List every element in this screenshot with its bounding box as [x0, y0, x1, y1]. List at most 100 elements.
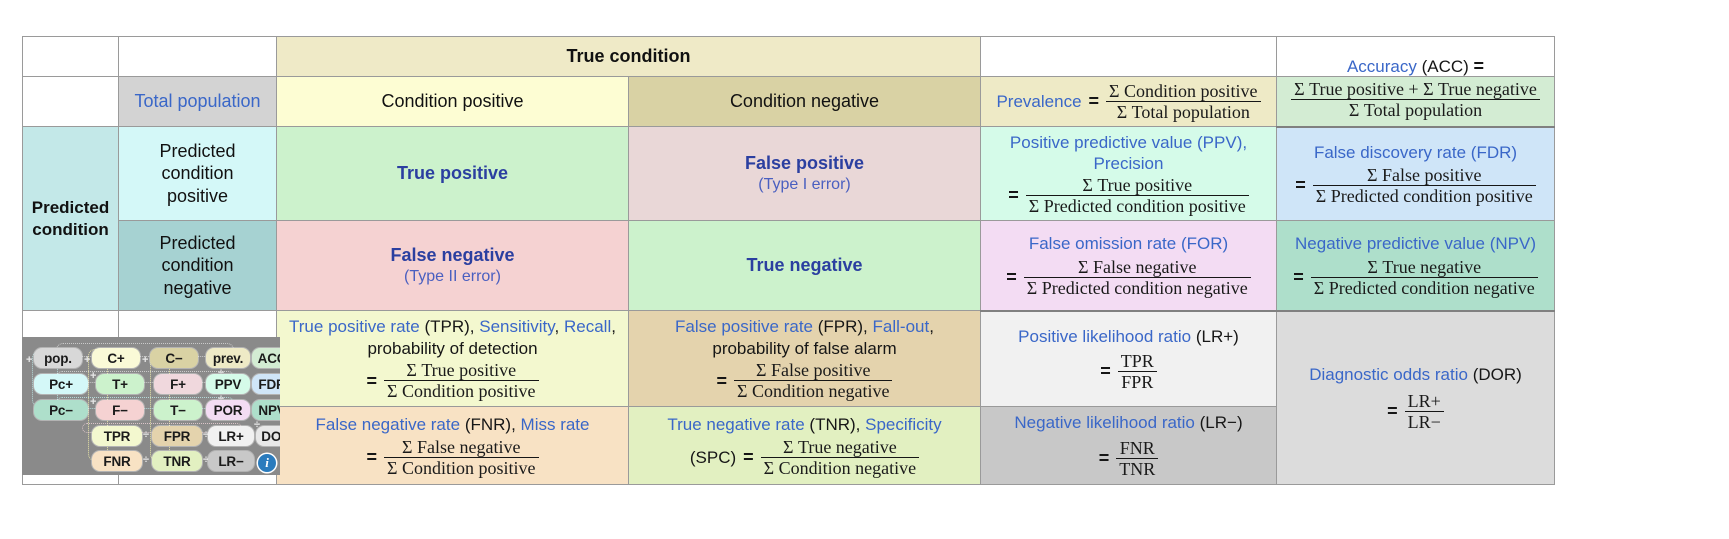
- legend-chip-c-negative[interactable]: C−: [150, 348, 198, 368]
- cell-negative-likelihood-ratio: Negative likelihood ratio (LR−) = FNR TN…: [980, 406, 1277, 486]
- legend-chip-lr-minus[interactable]: LR−: [208, 451, 254, 471]
- tnr-fraction: Σ True negative Σ Condition negative: [760, 437, 920, 478]
- legend-operator-plus: +: [84, 354, 91, 366]
- cell-positive-predictive-value: Positive predictive value (PPV), Precisi…: [980, 126, 1277, 222]
- npv-denominator: Σ Predicted condition negative: [1313, 277, 1535, 298]
- header-predicted-condition-negative: Predicted condition negative: [118, 220, 277, 312]
- cell-false-omission-rate: False omission rate (FOR) = Σ False nega…: [980, 220, 1277, 312]
- legend-chip-fpr[interactable]: FPR: [152, 426, 202, 446]
- legend-chip-pop[interactable]: pop.: [34, 348, 82, 368]
- tpr-alt1-label: Sensitivity: [479, 317, 555, 337]
- cell-true-positive: True positive: [276, 126, 629, 222]
- true-positive-label: True positive: [396, 163, 509, 184]
- spacer-cell: [22, 75, 119, 128]
- legend-chip-pc-positive[interactable]: Pc+: [34, 374, 88, 394]
- for-equals: =: [1006, 266, 1017, 287]
- cell-prevalence: Prevalence = Σ Condition positive Σ Tota…: [980, 75, 1277, 128]
- lr-minus-abbr: (LR−): [1199, 413, 1243, 433]
- fnr-denominator: Σ Condition positive: [387, 457, 536, 478]
- fdr-numerator: Σ False positive: [1312, 165, 1536, 187]
- header-condition-negative: Condition negative: [628, 75, 981, 128]
- spacer-cell: [118, 36, 277, 77]
- ppv-numerator: Σ True positive: [1025, 175, 1249, 196]
- fpr-fraction: Σ False positive Σ Condition negative: [734, 360, 893, 402]
- info-icon[interactable]: i: [258, 454, 276, 472]
- header-predicted-condition: Predicted condition: [22, 126, 119, 312]
- table-row-predicted-positive: Predicted condition Predicted condition …: [22, 126, 1555, 312]
- tnr-numerator: Σ True negative: [760, 437, 920, 458]
- cell-false-discovery-rate: False discovery rate (FDR) = Σ False pos…: [1276, 126, 1555, 222]
- legend-chip-tnr[interactable]: TNR: [152, 451, 202, 471]
- legend-chip-acc[interactable]: ACC: [252, 348, 280, 368]
- fpr-equals: =: [716, 370, 728, 391]
- legend-operator-divide: ÷: [143, 429, 150, 441]
- tpr-alt2-label: Recall: [563, 317, 612, 337]
- npv-numerator: Σ True negative: [1310, 257, 1538, 278]
- legend-chip-f-positive[interactable]: F+: [154, 374, 202, 394]
- legend-chip-por[interactable]: POR: [206, 400, 250, 420]
- legend-chip-t-negative[interactable]: T−: [154, 400, 202, 420]
- fnr-equals: =: [366, 447, 378, 468]
- lr-plus-fraction: TPR FPR: [1117, 351, 1157, 392]
- fdr-abbr: (FDR): [1470, 142, 1518, 162]
- ppv-abbr: (PPV),: [1197, 132, 1248, 152]
- tpr-label: True positive rate: [289, 317, 420, 337]
- true-negative-label: True negative: [746, 255, 863, 276]
- legend-chip-fnr[interactable]: FNR: [92, 451, 142, 471]
- accuracy-fraction: Σ True positive + Σ True negative Σ Tota…: [1291, 79, 1540, 120]
- legend-chip-lr-plus[interactable]: LR+: [208, 426, 254, 446]
- legend-chip-npv[interactable]: NPV: [252, 400, 280, 420]
- cell-positive-likelihood-ratio: Positive likelihood ratio (LR+) = TPR FP…: [980, 309, 1277, 408]
- legend-mini-diagram[interactable]: + pop. + C+ + C− prev. ACC Pc+ + T+ F+ ÷…: [22, 337, 280, 475]
- lr-plus-abbr: (LR+): [1195, 326, 1239, 346]
- false-positive-label: False positive: [744, 153, 865, 174]
- fnr-label: False negative rate: [315, 414, 461, 434]
- spacer-cell: [22, 36, 119, 77]
- cell-false-negative: False negative (Type II error): [276, 220, 629, 312]
- ppv-label: Positive predictive value: [1009, 132, 1193, 152]
- table-row-column-headers: Total population Condition positive Cond…: [22, 56, 1555, 128]
- legend-chip-tpr[interactable]: TPR: [92, 426, 142, 446]
- cell-false-positive: False positive (Type I error): [628, 126, 981, 222]
- prevalence-fraction: Σ Condition positive Σ Total population: [1106, 81, 1261, 122]
- dor-fraction: LR+ LR−: [1404, 391, 1444, 432]
- legend-chip-pc-negative[interactable]: Pc−: [34, 400, 88, 420]
- fdr-fraction: Σ False positive Σ Predicted condition p…: [1312, 165, 1536, 207]
- lr-minus-label: Negative likelihood ratio: [1014, 413, 1195, 433]
- confusion-matrix-diagram: True condition Total population Conditio…: [0, 0, 1729, 539]
- header-predicted-condition-positive: Predicted condition positive: [118, 126, 277, 222]
- legend-chip-dor[interactable]: DOR: [256, 426, 280, 446]
- legend-chip-ppv[interactable]: PPV: [206, 374, 250, 394]
- legend-chip-f-negative[interactable]: F−: [96, 400, 144, 420]
- legend-operator-plus: +: [142, 354, 149, 366]
- table-row-predicted-negative: Predicted condition negative False negat…: [23, 220, 1555, 312]
- fnr-alt1-label: Miss rate: [520, 414, 590, 434]
- dor-numerator: LR+: [1404, 391, 1444, 413]
- spacer-cell: [980, 36, 1277, 77]
- for-abbr: (FOR): [1180, 234, 1229, 254]
- false-negative-sublabel: (Type II error): [404, 268, 501, 286]
- legend-chip-fdr[interactable]: FDR: [252, 374, 280, 394]
- accuracy-denominator: Σ Total population: [1348, 99, 1483, 120]
- fpr-label: False positive rate: [675, 317, 813, 337]
- tpr-abbr: (TPR),: [424, 317, 475, 337]
- lr-minus-numerator: FNR: [1116, 438, 1159, 460]
- accuracy-label: Accuracy: [1346, 56, 1417, 76]
- fdr-denominator: Σ Predicted condition positive: [1315, 186, 1533, 207]
- cell-diagnostic-odds-ratio: Diagnostic odds ratio (DOR) = LR+ LR−: [1276, 309, 1555, 486]
- cell-true-negative: True negative: [628, 220, 981, 312]
- legend-chip-t-positive[interactable]: T+: [96, 374, 144, 394]
- legend-grid: + pop. + C+ + C− prev. ACC Pc+ + T+ F+ ÷…: [22, 337, 280, 475]
- legend-chip-c-positive[interactable]: C+: [92, 348, 140, 368]
- header-total-population: Total population: [118, 75, 277, 128]
- dor-abbr: (DOR): [1472, 364, 1522, 384]
- legend-chip-prev[interactable]: prev.: [206, 348, 250, 368]
- lr-plus-numerator: TPR: [1117, 351, 1157, 373]
- fnr-abbr: (FNR),: [464, 414, 516, 434]
- for-label: False omission rate: [1028, 234, 1177, 254]
- fpr-denominator: Σ Condition negative: [737, 381, 890, 402]
- npv-equals: =: [1293, 266, 1304, 287]
- predicted-condition-label-line1: Predicted: [31, 197, 110, 217]
- npv-fraction: Σ True negative Σ Predicted condition ne…: [1310, 257, 1538, 298]
- fpr-abbr: (FPR),: [817, 317, 868, 337]
